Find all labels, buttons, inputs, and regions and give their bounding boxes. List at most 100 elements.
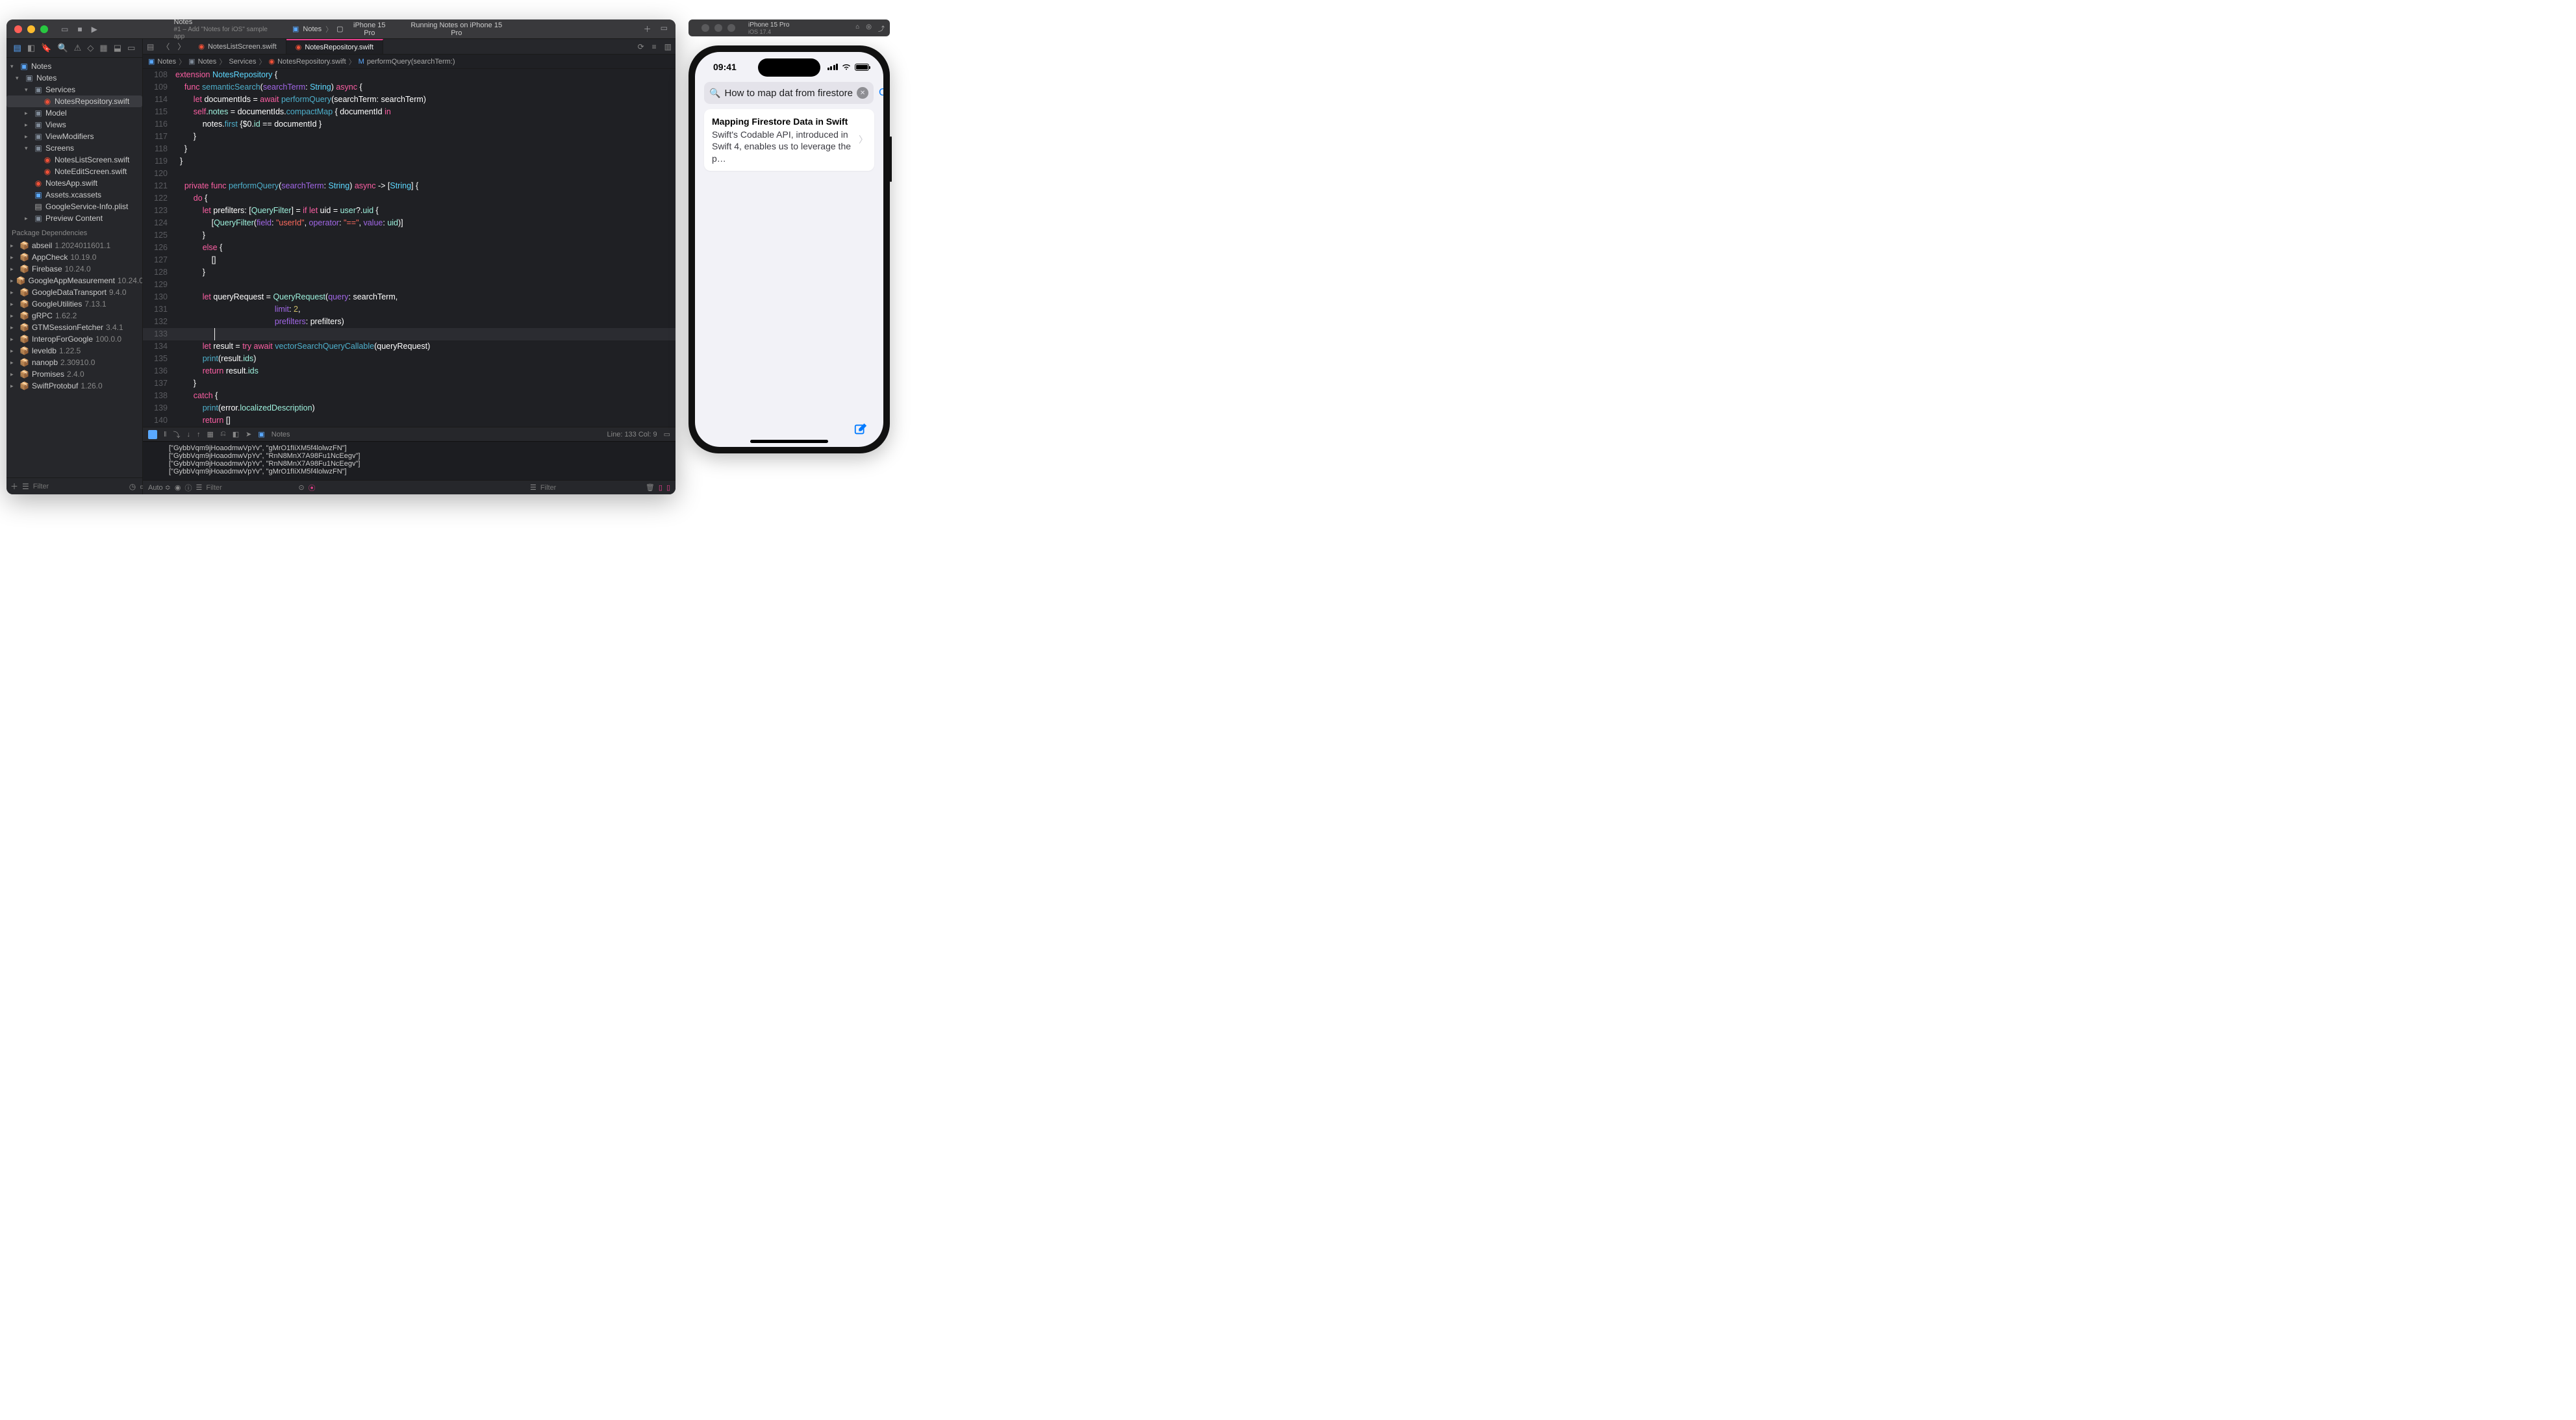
recent-files-icon[interactable]: ▤ (143, 42, 158, 51)
package-item[interactable]: ▸📦SwiftProtobuf 1.26.0 (6, 380, 142, 392)
package-item[interactable]: ▸📦GoogleUtilities 7.13.1 (6, 298, 142, 310)
location-icon[interactable]: ➤ (246, 430, 251, 438)
source-control-icon[interactable]: ◧ (27, 43, 35, 53)
package-item[interactable]: ▸📦Firebase 10.24.0 (6, 263, 142, 275)
refresh-icon[interactable]: ⟳ (634, 42, 648, 51)
package-item[interactable]: ▸📦leveldb 1.22.5 (6, 345, 142, 357)
filter-icon[interactable]: ☰ (196, 483, 203, 492)
package-item[interactable]: ▸📦GoogleDataTransport 9.4.0 (6, 286, 142, 298)
step-over-icon[interactable]: ⤵ (173, 429, 181, 440)
info-icon[interactable]: ⓘ (185, 483, 192, 493)
variables-filter-input[interactable] (206, 484, 264, 492)
pin-icon[interactable]: ⊙ (298, 483, 304, 492)
scheme-selector[interactable]: ▣ Notes 〉 ▢ iPhone 15 Pro (292, 21, 392, 37)
minimap-icon[interactable]: ▭ (664, 430, 670, 438)
debug-icon[interactable]: ▦ (99, 43, 107, 53)
editor: ▤ 〈 〉 ◉NotesListScreen.swift ◉NotesRepos… (143, 39, 676, 494)
minimize-icon[interactable] (714, 24, 722, 32)
minimize-icon[interactable] (27, 25, 35, 33)
console[interactable]: ["GybbVqm9jHoaodmwVpYv", "gMrO1fIiXM5f4l… (143, 441, 676, 480)
trash-icon[interactable]: 🗑 (646, 483, 655, 492)
tree-file-gservice[interactable]: ▤GoogleService-Info.plist (6, 201, 142, 212)
tree-file-notesapp[interactable]: ◉NotesApp.swift (6, 177, 142, 189)
package-item[interactable]: ▸📦GoogleAppMeasurement 10.24.0 (6, 275, 142, 286)
maximize-icon[interactable] (727, 24, 735, 32)
tree-file-noteslist[interactable]: ◉NotesListScreen.swift (6, 154, 142, 166)
maximize-icon[interactable] (40, 25, 48, 33)
bookmark-icon[interactable]: 🔖 (41, 43, 51, 53)
code-editor[interactable]: 108extension NotesRepository {109 func s… (143, 69, 676, 427)
panel-left-icon[interactable]: ▯ (659, 483, 663, 492)
back-icon[interactable]: 〈 (158, 41, 173, 52)
tree-file-notesrepository[interactable]: ◉NotesRepository.swift (6, 95, 142, 107)
package-item[interactable]: ▸📦Promises 2.4.0 (6, 368, 142, 380)
tree-file-noteedit[interactable]: ◉NoteEditScreen.swift (6, 166, 142, 177)
clear-search-icon[interactable]: ✕ (857, 87, 868, 99)
app-icon: ▣ (148, 57, 155, 66)
home-indicator[interactable] (750, 440, 828, 443)
issue-icon[interactable]: ⚠ (74, 43, 82, 53)
package-item[interactable]: ▸📦gRPC 1.62.2 (6, 310, 142, 322)
stop-button[interactable]: ■ (77, 25, 82, 34)
tree-folder-preview[interactable]: ▸▣Preview Content (6, 212, 142, 224)
run-button[interactable]: ▶ (92, 25, 97, 34)
breakpoint-toggle-icon[interactable] (148, 430, 157, 439)
tree-file-assets[interactable]: ▣Assets.xcassets (6, 189, 142, 201)
add-file-icon[interactable]: ＋ (10, 481, 18, 492)
library-icon[interactable]: ▭ (661, 23, 668, 34)
tab-notesrepository[interactable]: ◉NotesRepository.swift (286, 39, 383, 54)
project-nav-icon[interactable]: ▤ (14, 43, 21, 53)
compose-icon[interactable] (853, 422, 868, 440)
split-editor-icon[interactable]: ▥ (661, 42, 676, 51)
breakpoint-nav-icon[interactable]: ⬓ (114, 43, 121, 53)
package-item[interactable]: ▸📦nanopb 2.30910.0 (6, 357, 142, 368)
close-icon[interactable] (701, 24, 709, 32)
cancel-button[interactable]: Cancel (879, 87, 883, 99)
report-icon[interactable]: ▭ (127, 43, 135, 53)
screenshot-icon[interactable]: ◎ (866, 23, 872, 33)
project-tree: ▾▣Notes ▾▣Notes ▾▣Services ◉NotesReposit… (6, 58, 142, 477)
tree-folder-services[interactable]: ▾▣Services (6, 84, 142, 95)
clock-icon[interactable]: ◷ (129, 482, 136, 491)
auto-label[interactable]: Auto ≎ (148, 483, 171, 492)
package-item[interactable]: ▸📦AppCheck 10.19.0 (6, 251, 142, 263)
chevron-right-icon: 〉 (859, 134, 868, 146)
rotate-icon[interactable]: ⤴ (878, 23, 885, 33)
debug-view-icon[interactable]: ▦ (207, 430, 214, 438)
home-icon[interactable]: ⌂ (855, 23, 859, 33)
tree-folder-model[interactable]: ▸▣Model (6, 107, 142, 119)
eye-icon[interactable]: ◉ (175, 483, 181, 492)
close-icon[interactable] (14, 25, 22, 33)
metaline-icon[interactable]: ⦿ (309, 483, 316, 493)
panel-right-icon[interactable]: ▯ (666, 483, 670, 492)
sidebar-toggle-icon[interactable]: ▭ (61, 25, 68, 34)
search-input[interactable]: 🔍 How to map dat from firestore ✕ (704, 82, 874, 104)
tab-noteslist[interactable]: ◉NotesListScreen.swift (189, 39, 286, 54)
package-item[interactable]: ▸📦abseil 1.2024011601.1 (6, 240, 142, 251)
console-filter-input[interactable] (540, 484, 599, 492)
tree-folder-screens[interactable]: ▾▣Screens (6, 142, 142, 154)
tree-folder-viewmodifiers[interactable]: ▸▣ViewModifiers (6, 131, 142, 142)
tree-folder-views[interactable]: ▸▣Views (6, 119, 142, 131)
add-icon[interactable]: ＋ (644, 23, 651, 34)
find-icon[interactable]: 🔍 (57, 43, 68, 53)
step-out-icon[interactable]: ↑ (197, 431, 201, 438)
memory-graph-icon[interactable]: ⎌ (220, 430, 226, 438)
filter-icon[interactable]: ☰ (530, 483, 537, 492)
package-item[interactable]: ▸📦InteropForGoogle 100.0.0 (6, 333, 142, 345)
forward-icon[interactable]: 〉 (173, 41, 189, 52)
navigator-filter-input[interactable] (33, 483, 125, 490)
editor-options-icon[interactable]: ≡ (648, 42, 661, 51)
test-icon[interactable]: ◇ (87, 43, 94, 53)
jump-bar[interactable]: ▣ Notes〉 ▣Notes〉 Services〉 ◉NotesReposit… (143, 55, 676, 69)
package-item[interactable]: ▸📦GTMSessionFetcher 3.4.1 (6, 322, 142, 333)
tree-root[interactable]: ▾▣Notes (6, 60, 142, 72)
tree-folder-notes[interactable]: ▾▣Notes (6, 72, 142, 84)
debug-bar: Auto ≎ ◉ ⓘ ☰ ⊙ ⦿ ☰ 🗑 ▯ ▯ (143, 480, 676, 494)
env-overrides-icon[interactable]: ◧ (233, 430, 239, 438)
search-result[interactable]: Mapping Firestore Data in Swift Swift's … (704, 109, 874, 171)
project-title: Notes (174, 19, 280, 26)
pause-icon[interactable]: ‖ (164, 431, 167, 438)
step-into-icon[interactable]: ↓ (187, 431, 191, 438)
filter-icon[interactable]: ☰ (22, 482, 29, 491)
